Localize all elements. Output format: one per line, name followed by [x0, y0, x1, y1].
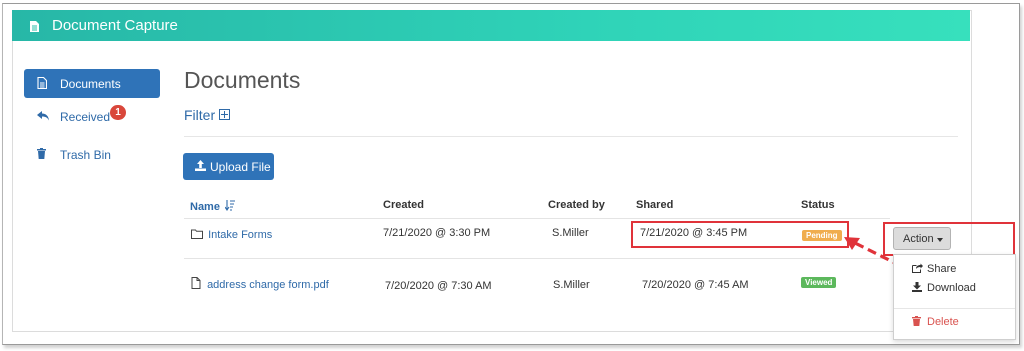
column-header-created: Created: [383, 199, 424, 211]
unread-badge: 1: [110, 105, 126, 120]
upload-file-button[interactable]: Upload File: [183, 153, 274, 180]
trash-icon: [37, 148, 46, 162]
column-header-shared: Shared: [636, 199, 674, 211]
sidebar-item-label: Trash Bin: [60, 148, 111, 162]
table-row-divider: [184, 258, 890, 259]
file-name: address change form.pdf: [207, 279, 329, 291]
menu-divider: [894, 308, 1015, 309]
action-button[interactable]: Action: [893, 227, 951, 250]
status-badge: Viewed: [801, 277, 837, 288]
file-icon: [191, 277, 204, 292]
table-cell-created-by: S.Miller: [552, 227, 589, 239]
menu-item-download[interactable]: Download: [894, 278, 1015, 298]
caret-down-icon: [937, 238, 943, 242]
filter-toggle[interactable]: Filter: [184, 107, 231, 123]
filter-label: Filter: [184, 107, 216, 123]
trash-icon: [912, 316, 921, 329]
sidebar-item-received[interactable]: Received 1: [24, 102, 160, 131]
page-title: Documents: [184, 67, 301, 93]
document-icon: [37, 76, 48, 92]
menu-item-share[interactable]: Share: [894, 259, 1015, 279]
table-header-divider: [184, 218, 890, 219]
column-header-created-by: Created by: [548, 199, 605, 211]
download-icon: [912, 282, 922, 295]
sidebar-item-trash-bin[interactable]: Trash Bin: [24, 140, 160, 169]
upload-icon: [195, 160, 206, 174]
app-header: Document Capture: [12, 10, 970, 41]
sort-icon: [224, 200, 236, 214]
document-icon: [30, 19, 39, 36]
divider: [184, 136, 958, 137]
share-icon: [912, 263, 923, 276]
reply-icon: [37, 110, 49, 124]
action-dropdown-menu: Share Download Delete: [893, 254, 1016, 340]
menu-item-delete[interactable]: Delete: [894, 312, 1015, 332]
column-header-status: Status: [801, 199, 835, 211]
folder-icon: [191, 229, 206, 242]
sidebar-item-label: Received: [60, 110, 111, 124]
sidebar-item-label: Documents: [60, 77, 121, 91]
app-title: Document Capture: [52, 17, 178, 34]
shared-highlight-box: [631, 221, 849, 248]
action-button-label: Action: [903, 233, 934, 245]
sidebar-item-documents[interactable]: Documents: [24, 69, 160, 98]
table-row-name[interactable]: address change form.pdf: [191, 276, 329, 291]
table-cell-shared: 7/20/2020 @ 7:45 AM: [642, 279, 749, 291]
table-cell-created: 7/20/2020 @ 7:30 AM: [385, 280, 492, 292]
table-row-name[interactable]: Intake Forms: [191, 228, 272, 241]
column-header-name[interactable]: Name: [190, 199, 236, 214]
upload-file-label: Upload File: [210, 160, 271, 174]
table-cell-created-by: S.Miller: [553, 279, 590, 291]
plus-square-icon: [219, 109, 231, 120]
folder-name: Intake Forms: [208, 229, 273, 241]
table-cell-created: 7/21/2020 @ 3:30 PM: [383, 227, 491, 239]
